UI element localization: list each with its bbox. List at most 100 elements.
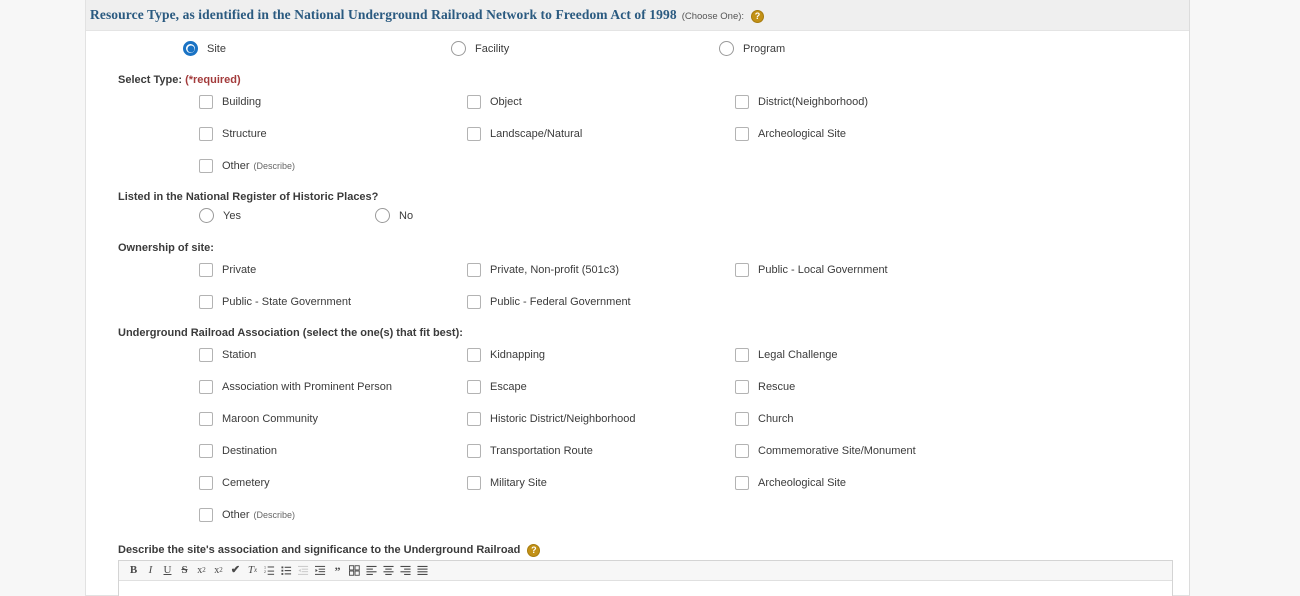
bulleted-list-icon[interactable] [278, 562, 295, 580]
indent-icon[interactable] [312, 562, 329, 580]
checkbox-other-association[interactable]: Other (Describe) [199, 508, 295, 522]
checkbox-private-nonprofit-input[interactable] [467, 263, 481, 277]
checkbox-object-input[interactable] [467, 95, 481, 109]
checkbox-maroon-community-input[interactable] [199, 412, 213, 426]
remove-format-check-icon[interactable]: ✔ [227, 562, 244, 580]
checkbox-church-input[interactable] [735, 412, 749, 426]
checkbox-building-input[interactable] [199, 95, 213, 109]
checkbox-district-neighborhood-input[interactable] [735, 95, 749, 109]
checkbox-cemetery-input[interactable] [199, 476, 213, 490]
align-justify-icon[interactable] [414, 562, 431, 580]
describe-help-icon[interactable]: ? [527, 544, 540, 557]
checkbox-historic-district-neighborhood-input[interactable] [467, 412, 481, 426]
association-checkbox-grid: Station Kidnapping Legal Challenge Assoc… [86, 343, 1189, 535]
checkbox-public-local-government-label: Public - Local Government [758, 264, 888, 276]
checkbox-historic-district-neighborhood[interactable]: Historic District/Neighborhood [467, 412, 636, 426]
underline-icon[interactable]: U [159, 562, 176, 580]
checkbox-building[interactable]: Building [199, 95, 261, 109]
checkbox-structure[interactable]: Structure [199, 127, 267, 141]
numbered-list-icon[interactable]: 1 2 [261, 562, 278, 580]
bold-icon[interactable]: B [125, 562, 142, 580]
checkbox-destination[interactable]: Destination [199, 444, 277, 458]
checkbox-military-site-input[interactable] [467, 476, 481, 490]
align-left-icon[interactable] [363, 562, 380, 580]
describe-label: Describe the site's association and sign… [86, 543, 1189, 556]
clear-formatting-icon[interactable]: Tx [244, 562, 261, 580]
describe-textarea[interactable] [119, 581, 1172, 596]
code-block-icon[interactable] [346, 562, 363, 580]
checkbox-archeological-site-input[interactable] [735, 127, 749, 141]
checkbox-other-type-input[interactable] [199, 159, 213, 173]
checkbox-landscape-natural[interactable]: Landscape/Natural [467, 127, 582, 141]
checkbox-commemorative-site-monument-input[interactable] [735, 444, 749, 458]
checkbox-transportation-route[interactable]: Transportation Route [467, 444, 593, 458]
select-type-required-note: (*required) [185, 74, 241, 86]
checkbox-rescue[interactable]: Rescue [735, 380, 795, 394]
radio-no-input[interactable] [375, 208, 390, 223]
checkbox-archeological-site-assoc-label: Archeological Site [758, 477, 846, 489]
checkbox-public-state-government-input[interactable] [199, 295, 213, 309]
radio-program-input[interactable] [719, 41, 734, 56]
checkbox-legal-challenge[interactable]: Legal Challenge [735, 348, 838, 362]
checkbox-other-association-input[interactable] [199, 508, 213, 522]
checkbox-other-type[interactable]: Other (Describe) [199, 159, 295, 173]
align-right-icon[interactable] [397, 562, 414, 580]
checkbox-transportation-route-input[interactable] [467, 444, 481, 458]
choose-one-note: (Choose One): [682, 11, 744, 22]
checkbox-commemorative-site-monument[interactable]: Commemorative Site/Monument [735, 444, 916, 458]
radio-yes-input[interactable] [199, 208, 214, 223]
checkbox-archeological-site-label: Archeological Site [758, 128, 846, 140]
checkbox-private-nonprofit[interactable]: Private, Non-profit (501c3) [467, 263, 619, 277]
radio-site-input[interactable] [183, 41, 198, 56]
help-icon[interactable]: ? [751, 10, 764, 23]
checkbox-transportation-route-label: Transportation Route [490, 445, 593, 457]
checkbox-object[interactable]: Object [467, 95, 522, 109]
radio-option-facility[interactable]: Facility [451, 41, 509, 56]
checkbox-archeological-site-assoc-input[interactable] [735, 476, 749, 490]
italic-icon[interactable]: I [142, 562, 159, 580]
checkbox-escape-input[interactable] [467, 380, 481, 394]
checkbox-kidnapping[interactable]: Kidnapping [467, 348, 545, 362]
strikethrough-icon[interactable]: S [176, 562, 193, 580]
checkbox-kidnapping-input[interactable] [467, 348, 481, 362]
radio-option-yes[interactable]: Yes [199, 208, 241, 223]
checkbox-station-input[interactable] [199, 348, 213, 362]
checkbox-public-federal-government[interactable]: Public - Federal Government [467, 295, 631, 309]
checkbox-private-input[interactable] [199, 263, 213, 277]
checkbox-district-neighborhood[interactable]: District(Neighborhood) [735, 95, 868, 109]
checkbox-public-state-government-label: Public - State Government [222, 296, 351, 308]
checkbox-cemetery[interactable]: Cemetery [199, 476, 270, 490]
checkbox-association-prominent-person-input[interactable] [199, 380, 213, 394]
blockquote-icon[interactable]: ” [329, 562, 346, 580]
radio-yes-label: Yes [223, 210, 241, 222]
checkbox-private[interactable]: Private [199, 263, 256, 277]
checkbox-public-federal-government-input[interactable] [467, 295, 481, 309]
svg-text:2: 2 [264, 570, 266, 574]
checkbox-military-site[interactable]: Military Site [467, 476, 547, 490]
checkbox-public-state-government[interactable]: Public - State Government [199, 295, 351, 309]
align-center-icon[interactable] [380, 562, 397, 580]
checkbox-legal-challenge-input[interactable] [735, 348, 749, 362]
checkbox-maroon-community[interactable]: Maroon Community [199, 412, 318, 426]
subscript-icon[interactable]: x2 [193, 562, 210, 580]
superscript-icon[interactable]: x2 [210, 562, 227, 580]
radio-facility-input[interactable] [451, 41, 466, 56]
checkbox-destination-input[interactable] [199, 444, 213, 458]
checkbox-landscape-natural-input[interactable] [467, 127, 481, 141]
radio-facility-label: Facility [475, 43, 509, 55]
radio-option-program[interactable]: Program [719, 41, 785, 56]
radio-option-site[interactable]: Site [183, 41, 226, 56]
checkbox-archeological-site[interactable]: Archeological Site [735, 127, 846, 141]
checkbox-escape[interactable]: Escape [467, 380, 527, 394]
checkbox-station[interactable]: Station [199, 348, 256, 362]
checkbox-structure-input[interactable] [199, 127, 213, 141]
checkbox-rescue-input[interactable] [735, 380, 749, 394]
checkbox-public-local-government[interactable]: Public - Local Government [735, 263, 888, 277]
checkbox-private-nonprofit-label: Private, Non-profit (501c3) [490, 264, 619, 276]
checkbox-public-local-government-input[interactable] [735, 263, 749, 277]
checkbox-association-prominent-person[interactable]: Association with Prominent Person [199, 380, 392, 394]
radio-option-no[interactable]: No [375, 208, 413, 223]
checkbox-landscape-natural-label: Landscape/Natural [490, 128, 582, 140]
checkbox-archeological-site-assoc[interactable]: Archeological Site [735, 476, 846, 490]
checkbox-church[interactable]: Church [735, 412, 793, 426]
